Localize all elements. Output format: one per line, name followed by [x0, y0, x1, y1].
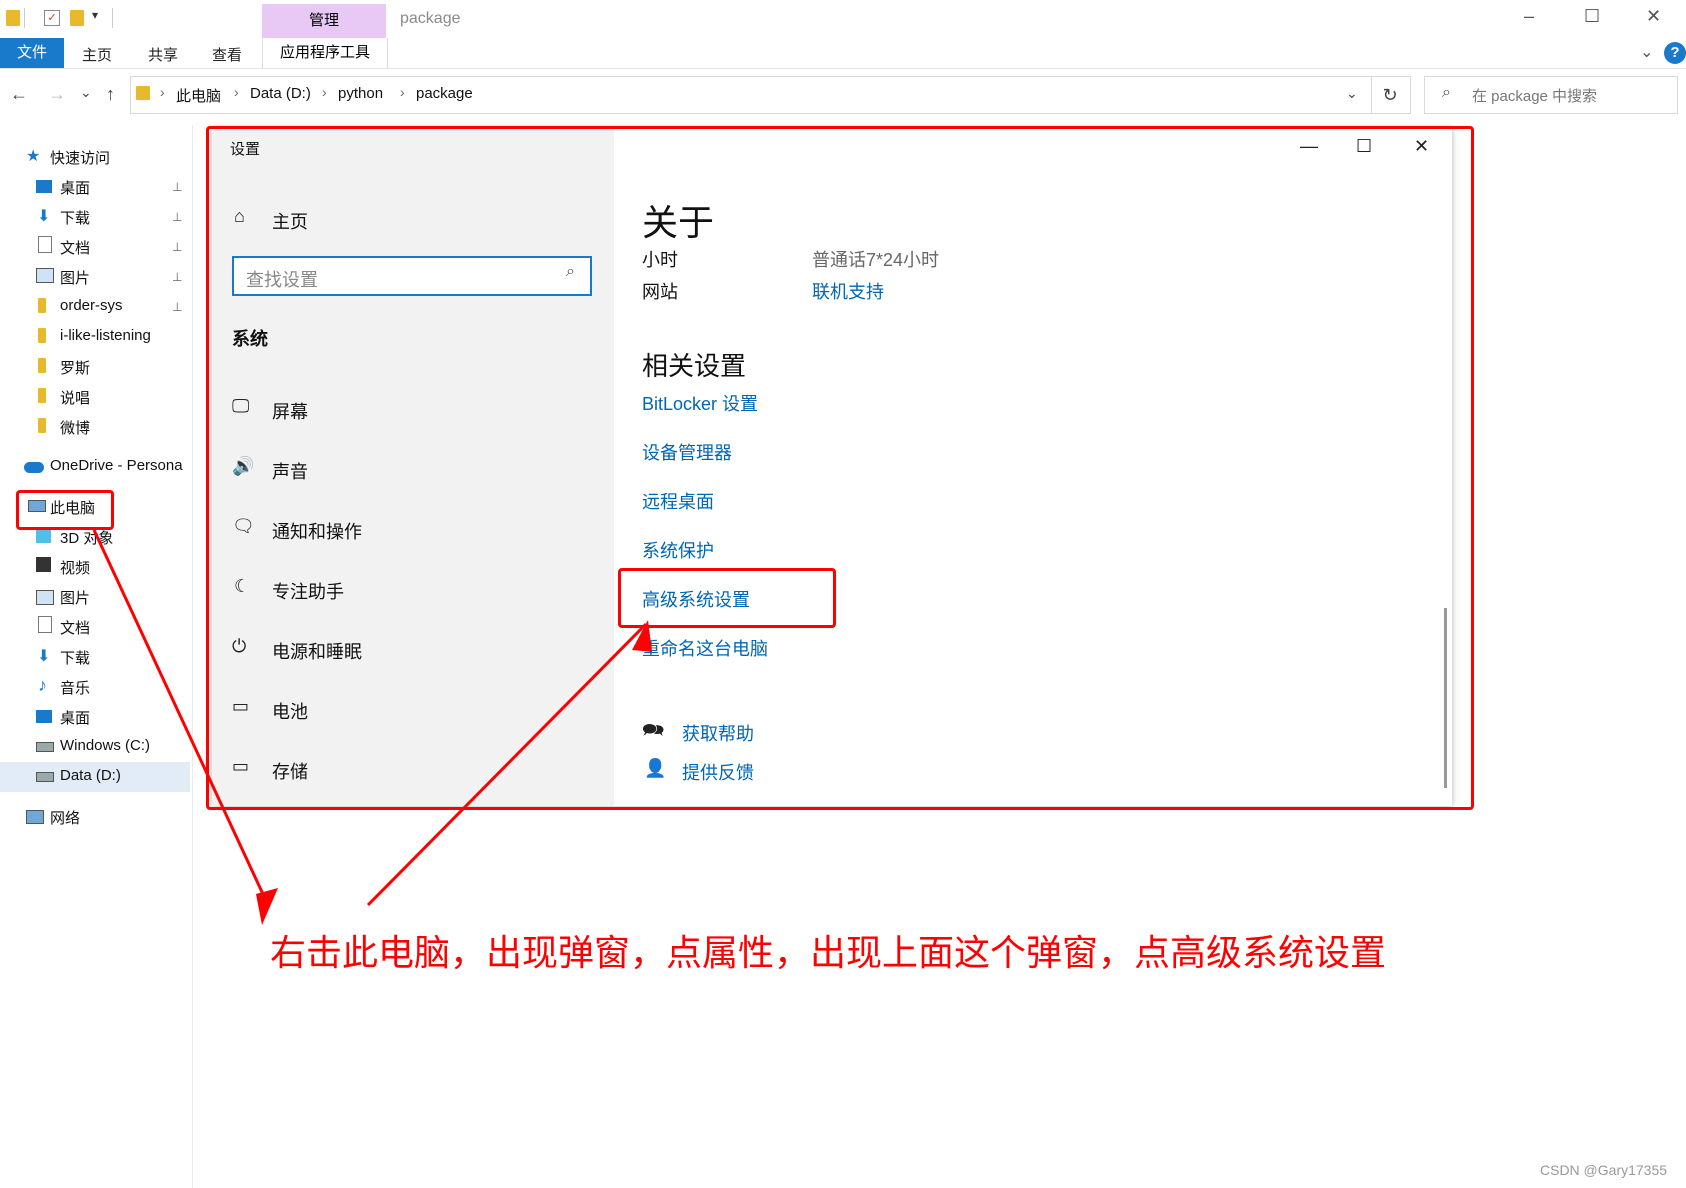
- annotation-instruction: 右击此电脑，出现弹窗，点属性，出现上面这个弹窗，点高级系统设置: [270, 932, 1387, 973]
- annotation-arrows: [92, 529, 652, 925]
- arrow-line-left: [92, 529, 270, 906]
- arrow-line-right: [366, 622, 648, 907]
- watermark: CSDN @Gary17355: [1540, 1162, 1668, 1178]
- arrowhead-left: [256, 888, 278, 925]
